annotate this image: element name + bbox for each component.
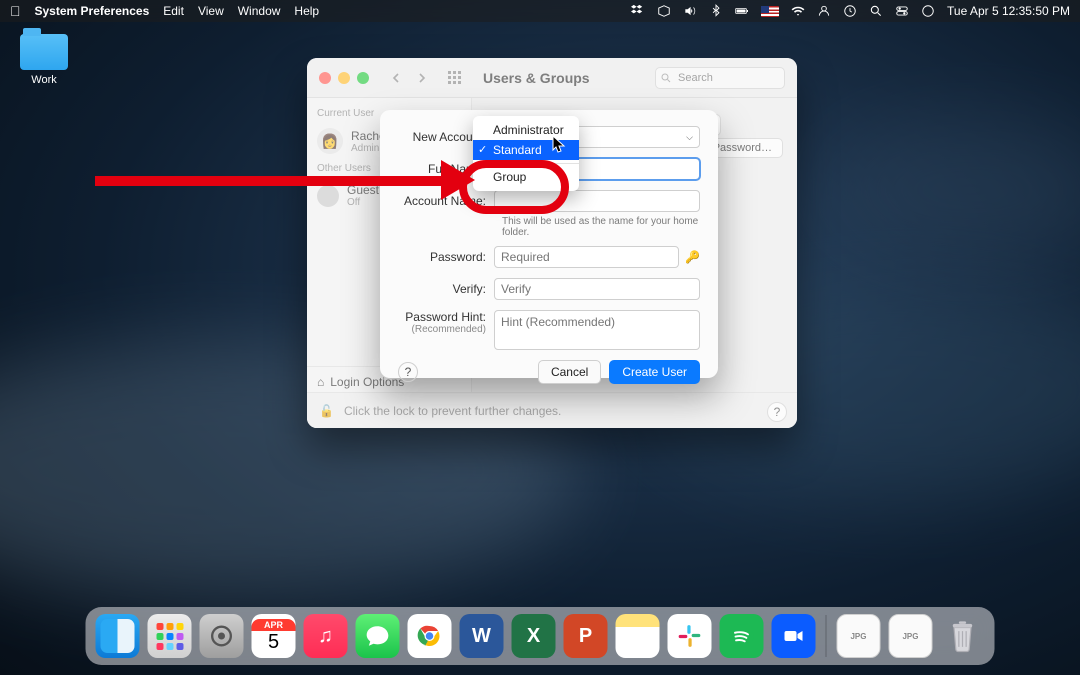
label-verify: Verify:	[398, 282, 494, 296]
dock-finder[interactable]	[96, 614, 140, 658]
show-all-button[interactable]	[443, 68, 465, 88]
account-name-input[interactable]	[494, 190, 700, 212]
chevron-updown-icon: ⌵	[686, 132, 693, 143]
label-hint-sub: (Recommended)	[398, 324, 486, 335]
dropdown-option-group[interactable]: Group	[473, 167, 579, 187]
forward-button[interactable]	[411, 68, 433, 88]
window-controls	[319, 72, 369, 84]
cancel-button[interactable]: Cancel	[538, 360, 601, 384]
dock-powerpoint[interactable]: P	[564, 614, 608, 658]
dropdown-option-standard[interactable]: Standard	[473, 140, 579, 160]
menu-help[interactable]: Help	[294, 4, 319, 18]
dock-messages[interactable]	[356, 614, 400, 658]
dock-zoom[interactable]	[772, 614, 816, 658]
lock-row: 🔓 Click the lock to prevent further chan…	[307, 392, 797, 428]
back-button[interactable]	[385, 68, 407, 88]
calendar-day: 5	[268, 631, 279, 654]
box-icon[interactable]	[657, 4, 671, 18]
house-icon: ⌂	[317, 375, 324, 389]
dock-separator	[826, 615, 827, 657]
password-input[interactable]	[494, 246, 679, 268]
dock-launchpad[interactable]	[148, 614, 192, 658]
dropdown-option-admin[interactable]: Administrator	[473, 120, 579, 140]
dropbox-icon[interactable]	[631, 4, 645, 18]
zoom-button[interactable]	[357, 72, 369, 84]
password-key-icon[interactable]: 🔑	[685, 250, 700, 264]
label-hint: Password Hint:	[398, 310, 486, 324]
account-type-dropdown: Administrator Standard Group	[473, 116, 579, 191]
dock-system-preferences[interactable]	[200, 614, 244, 658]
dock-trash[interactable]	[941, 614, 985, 658]
menu-view[interactable]: View	[198, 4, 224, 18]
sheet-help-button[interactable]: ?	[398, 362, 418, 382]
battery-icon[interactable]	[735, 4, 749, 18]
dock-notes[interactable]	[616, 614, 660, 658]
dock-spotify[interactable]	[720, 614, 764, 658]
help-button[interactable]: ?	[767, 402, 787, 422]
hint-input[interactable]	[494, 310, 700, 350]
calendar-month: APR	[252, 619, 296, 631]
verify-input[interactable]	[494, 278, 700, 300]
label-account-name: Account Name:	[398, 194, 494, 208]
lock-icon[interactable]: 🔓	[319, 404, 334, 418]
dock-word[interactable]: W	[460, 614, 504, 658]
create-user-button[interactable]: Create User	[609, 360, 700, 384]
dock-music[interactable]: ♫	[304, 614, 348, 658]
wifi-icon[interactable]	[791, 4, 805, 18]
avatar-icon: 👩	[317, 128, 343, 154]
lock-text: Click the lock to prevent further change…	[344, 404, 561, 418]
titlebar: Users & Groups	[307, 58, 797, 98]
dock-chrome[interactable]	[408, 614, 452, 658]
app-menu[interactable]: System Preferences	[35, 4, 150, 18]
dropdown-separator	[473, 163, 579, 164]
spotlight-icon[interactable]	[869, 4, 883, 18]
user-icon[interactable]	[817, 4, 831, 18]
bluetooth-icon[interactable]	[709, 4, 723, 18]
label-password: Password:	[398, 250, 494, 264]
minimize-button[interactable]	[338, 72, 350, 84]
folder-icon	[20, 34, 68, 70]
volume-icon[interactable]	[683, 4, 697, 18]
menubar:  System Preferences Edit View Window He…	[0, 0, 1080, 22]
dock-recent-doc-2[interactable]: JPG	[889, 614, 933, 658]
menubar-datetime[interactable]: Tue Apr 5 12:35:50 PM	[947, 4, 1070, 18]
account-name-hint: This will be used as the name for your h…	[502, 216, 700, 238]
search-input[interactable]	[655, 67, 785, 89]
dock-recent-doc-1[interactable]: JPG	[837, 614, 881, 658]
close-button[interactable]	[319, 72, 331, 84]
dock: APR 5 ♫ W X P JPG JPG	[86, 607, 995, 665]
menu-edit[interactable]: Edit	[163, 4, 184, 18]
desktop-folder-work[interactable]: Work	[16, 34, 72, 86]
menu-window[interactable]: Window	[238, 4, 281, 18]
input-source-flag-icon[interactable]	[761, 6, 779, 17]
search-field[interactable]	[655, 67, 785, 89]
folder-label: Work	[16, 74, 72, 86]
search-icon	[660, 71, 672, 89]
window-title: Users & Groups	[483, 70, 590, 86]
apple-menu-icon[interactable]: 	[10, 4, 21, 18]
clock-icon[interactable]	[843, 4, 857, 18]
guest-avatar-icon	[317, 185, 339, 207]
dock-excel[interactable]: X	[512, 614, 556, 658]
control-center-icon[interactable]	[895, 4, 909, 18]
dock-calendar[interactable]: APR 5	[252, 614, 296, 658]
dock-slack[interactable]	[668, 614, 712, 658]
siri-icon[interactable]	[921, 4, 935, 18]
